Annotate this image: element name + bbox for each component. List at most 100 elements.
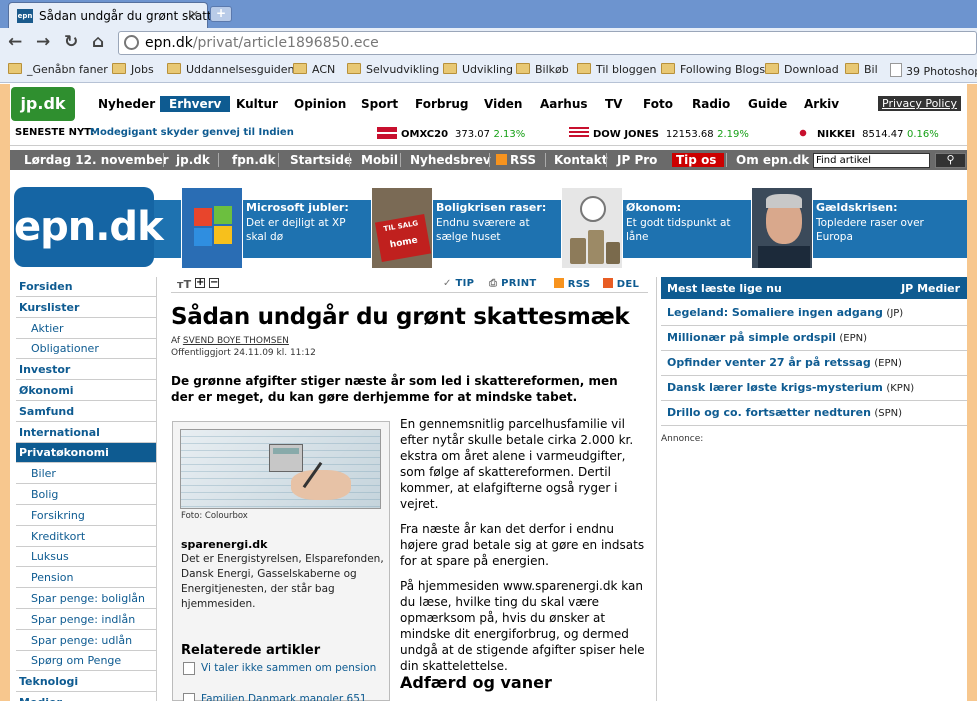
- portrait-photo-image[interactable]: [751, 187, 813, 269]
- sidebar-item[interactable]: Obligationer: [16, 339, 156, 360]
- nav-forbrug[interactable]: Forbrug: [415, 97, 469, 111]
- text-size-icon[interactable]: ᴛT: [177, 278, 191, 291]
- sidebar-item[interactable]: Aktier: [16, 319, 156, 339]
- subnav-rss[interactable]: RSS: [496, 153, 536, 167]
- nav-kultur[interactable]: Kultur: [236, 97, 278, 111]
- sidebar-item[interactable]: Luksus: [16, 547, 156, 568]
- banner-title-2[interactable]: Boligkrisen raser:: [436, 201, 546, 214]
- jp-logo[interactable]: jp.dk: [11, 87, 75, 121]
- nav-guide[interactable]: Guide: [748, 97, 787, 111]
- nav-foto[interactable]: Foto: [643, 97, 673, 111]
- bookmark-item[interactable]: Following Blogs: [661, 63, 765, 76]
- bookmark-item[interactable]: Til bloggen: [577, 63, 656, 76]
- most-read-item[interactable]: Opfinder venter 27 år på retssag (EPN): [661, 351, 967, 376]
- banner-title-1[interactable]: Microsoft jubler:: [246, 201, 349, 214]
- bookmark-item[interactable]: Selvudvikling: [347, 63, 439, 76]
- zoom-out-icon[interactable]: −: [209, 278, 219, 288]
- subnav-fpn-dk[interactable]: fpn.dk: [232, 153, 275, 167]
- tip-button[interactable]: ✓ TIP: [443, 278, 474, 289]
- sidebar-item[interactable]: International: [16, 423, 156, 443]
- related-article-link[interactable]: Vi taler ikke sammen om pension: [201, 661, 386, 676]
- nav-erhverv[interactable]: Erhverv: [160, 96, 231, 112]
- sidebar-item[interactable]: Privatøkonomi: [16, 443, 156, 464]
- for-sale-sign-image[interactable]: TIL SALG home: [371, 187, 433, 269]
- windows-logo-image[interactable]: [181, 187, 243, 269]
- close-tab-icon[interactable]: ✕: [190, 8, 199, 21]
- subnav-om-epn[interactable]: Om epn.dk: [736, 153, 809, 167]
- author-link[interactable]: SVEND BOYE THOMSEN: [183, 336, 289, 346]
- sidebar-item[interactable]: Økonomi: [16, 381, 156, 401]
- banner-text-4[interactable]: Topledere raser over Europa: [816, 216, 946, 244]
- nav-tv[interactable]: TV: [605, 97, 622, 111]
- ticker-omxc20[interactable]: OMXC20 373.07 2.13%: [377, 127, 525, 140]
- browser-tab[interactable]: epn Sådan undgår du grønt skatte ✕: [8, 2, 219, 28]
- sidebar-item[interactable]: Kreditkort: [16, 527, 156, 547]
- sidebar-item[interactable]: Spar penge: indlån: [16, 610, 156, 630]
- most-read-item[interactable]: Legeland: Somaliere ingen adgang (JP): [661, 301, 967, 326]
- nav-viden[interactable]: Viden: [484, 97, 522, 111]
- article-photo[interactable]: [180, 429, 381, 509]
- sidebar-item[interactable]: Spar penge: udlån: [16, 631, 156, 651]
- bookmark-item[interactable]: Uddannelsesguiden: [167, 63, 295, 76]
- sidebar-item[interactable]: Spørg om Penge: [16, 651, 156, 672]
- bookmark-item[interactable]: Bil: [845, 63, 878, 76]
- search-input[interactable]: Find artikel: [813, 153, 930, 168]
- banner-title-3[interactable]: Økonom:: [626, 201, 681, 214]
- bookmark-item[interactable]: ACN: [293, 63, 335, 76]
- bookmark-item[interactable]: _Genåbn faner: [8, 63, 108, 76]
- subnav-kontakt[interactable]: Kontakt: [554, 153, 607, 167]
- most-read-item[interactable]: Dansk lærer løste krigs-mysterium (KPN): [661, 376, 967, 401]
- rss-button[interactable]: RSS: [554, 278, 590, 290]
- most-read-item[interactable]: Millionær på simple ordspil (EPN): [661, 326, 967, 351]
- sidebar-item[interactable]: Kurslister: [16, 298, 156, 318]
- banner-text-3[interactable]: Et godt tidspunkt at låne: [626, 216, 750, 244]
- subnav-jp-pro[interactable]: JP Pro: [617, 153, 657, 167]
- subnav-jp-dk[interactable]: jp.dk: [176, 153, 210, 167]
- latest-news-link[interactable]: Modegigant skyder genvej til Indien: [90, 127, 294, 138]
- sidebar-item[interactable]: Teknologi: [16, 672, 156, 693]
- sidebar-item[interactable]: Spar penge: boliglån: [16, 589, 156, 609]
- sidebar-item[interactable]: Investor: [16, 360, 156, 381]
- sidebar-item[interactable]: Medier: [16, 693, 156, 701]
- back-arrow-icon[interactable]: ←: [8, 32, 22, 52]
- privacy-policy-link[interactable]: Privacy Policy: [878, 96, 961, 111]
- home-icon[interactable]: ⌂: [92, 32, 104, 52]
- nav-nyheder[interactable]: Nyheder: [98, 97, 155, 111]
- nav-sport[interactable]: Sport: [361, 97, 398, 111]
- subnav-tip-os[interactable]: Tip os: [672, 153, 725, 167]
- print-button[interactable]: ⎙ PRINT: [489, 278, 537, 289]
- related-article-link[interactable]: Familien Danmark mangler 651: [201, 692, 386, 701]
- banner-title-4[interactable]: Gældskrisen:: [816, 201, 898, 214]
- sidebar-item[interactable]: Pension: [16, 568, 156, 589]
- address-bar[interactable]: epn.dk/privat/article1896850.ece: [118, 31, 977, 55]
- sidebar-item[interactable]: Samfund: [16, 402, 156, 422]
- epn-logo[interactable]: epn.dk: [14, 187, 164, 267]
- bookmark-item[interactable]: Udvikling: [443, 63, 513, 76]
- search-button[interactable]: ⚲: [935, 153, 966, 168]
- sidebar-item[interactable]: Forsikring: [16, 506, 156, 526]
- ticker-nikkei[interactable]: NIKKEI 8514.47 0.16%: [793, 127, 939, 140]
- ticker-dow-jones[interactable]: DOW JONES 12153.68 2.19%: [569, 127, 749, 140]
- reload-icon[interactable]: ↻: [64, 32, 78, 52]
- subnav-startside[interactable]: Startside: [290, 153, 352, 167]
- nav-radio[interactable]: Radio: [692, 97, 730, 111]
- forward-arrow-icon[interactable]: →: [36, 32, 50, 52]
- sidebar-item[interactable]: Forsiden: [16, 277, 156, 297]
- banner-text-2[interactable]: Endnu sværere at sælge huset: [436, 216, 560, 244]
- bookmark-item[interactable]: Bilkøb: [516, 63, 569, 76]
- subnav-mobil[interactable]: Mobil: [361, 153, 398, 167]
- sidebar-item[interactable]: Biler: [16, 464, 156, 485]
- zoom-in-icon[interactable]: +: [195, 278, 205, 288]
- new-tab-button[interactable]: +: [210, 6, 232, 22]
- banner-text-1[interactable]: Det er dejligt at XP skal dø: [246, 216, 366, 244]
- subnav-nyhedsbrev[interactable]: Nyhedsbrev: [410, 153, 491, 167]
- sidebar-item[interactable]: Bolig: [16, 485, 156, 505]
- most-read-item[interactable]: Drillo og co. fortsætter nedturen (SPN): [661, 401, 967, 426]
- bookmark-item[interactable]: Download: [765, 63, 839, 76]
- bookmark-item[interactable]: 39 Photoshop: [890, 63, 977, 78]
- nav-aarhus[interactable]: Aarhus: [540, 97, 588, 111]
- coin-stacks-image[interactable]: [561, 187, 623, 269]
- nav-arkiv[interactable]: Arkiv: [804, 97, 839, 111]
- bookmark-item[interactable]: Jobs: [112, 63, 154, 76]
- nav-opinion[interactable]: Opinion: [294, 97, 346, 111]
